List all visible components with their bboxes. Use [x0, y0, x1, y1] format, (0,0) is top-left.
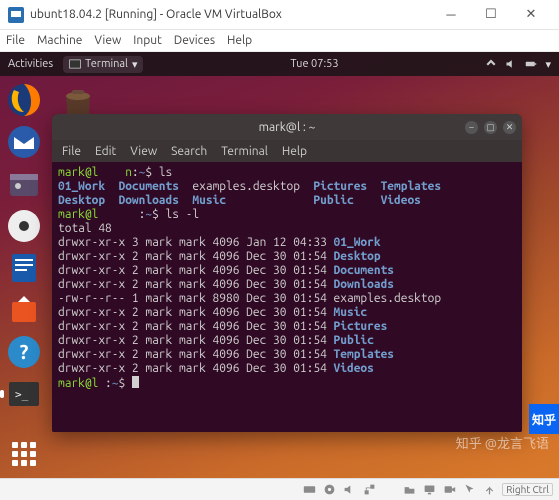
menu-file[interactable]: File: [6, 34, 25, 47]
watermark: 知乎 @龙言飞语: [456, 433, 549, 452]
virtualbox-icon: [8, 7, 24, 23]
terminal-title-text: mark@l : ~: [259, 121, 316, 134]
term-menu-edit[interactable]: Edit: [95, 145, 116, 158]
menu-view[interactable]: View: [94, 34, 121, 47]
chevron-down-icon: ▾: [132, 58, 138, 71]
svg-text:>_: >_: [15, 388, 29, 401]
top-app-label: Terminal: [85, 58, 128, 70]
virtualbox-statusbar: Right Ctrl: [0, 478, 559, 500]
term-menu-view[interactable]: View: [130, 145, 157, 158]
status-audio-icon[interactable]: [342, 483, 356, 497]
status-usb-icon[interactable]: [382, 483, 396, 497]
terminal-maximize-button[interactable]: ▢: [484, 121, 497, 134]
minimize-button[interactable]: ─: [431, 1, 471, 29]
show-applications-button[interactable]: [6, 436, 42, 472]
status-keyboard-icon[interactable]: [482, 483, 496, 497]
launcher-terminal[interactable]: >_: [4, 374, 44, 414]
clock[interactable]: Tue 07:53: [143, 58, 485, 70]
network-icon[interactable]: [485, 58, 497, 70]
ubuntu-desktop[interactable]: Activities Terminal ▾ Tue 07:53 ▾ ? >_: [0, 52, 559, 478]
terminal-body[interactable]: mark@l n:~$ ls 01_Work Documents example…: [52, 162, 522, 432]
launcher-dock: ? >_: [0, 76, 48, 478]
volume-icon[interactable]: [505, 58, 517, 70]
activities-button[interactable]: Activities: [8, 58, 53, 70]
status-hdd-icon[interactable]: [302, 483, 316, 497]
menu-help[interactable]: Help: [227, 34, 252, 47]
terminal-titlebar[interactable]: mark@l : ~ – ▢ ✕: [52, 114, 522, 140]
launcher-software[interactable]: [4, 290, 44, 330]
term-menu-file[interactable]: File: [62, 145, 81, 158]
battery-icon[interactable]: [525, 58, 537, 70]
launcher-firefox[interactable]: [4, 80, 44, 120]
virtualbox-menubar: File Machine View Input Devices Help: [0, 30, 559, 52]
status-network-icon[interactable]: [362, 483, 376, 497]
terminal-minimize-button[interactable]: –: [465, 121, 478, 134]
launcher-writer[interactable]: [4, 248, 44, 288]
terminal-small-icon: [69, 58, 81, 70]
menu-input[interactable]: Input: [133, 34, 162, 47]
terminal-menubar: File Edit View Search Terminal Help: [52, 140, 522, 162]
menu-machine[interactable]: Machine: [37, 34, 82, 47]
status-mouse-icon[interactable]: [462, 483, 476, 497]
virtualbox-titlebar: ubunt18.04.2 [Running] - Oracle VM Virtu…: [0, 0, 559, 30]
chevron-down-icon[interactable]: ▾: [545, 58, 551, 71]
terminal-window: mark@l : ~ – ▢ ✕ File Edit View Search T…: [52, 114, 522, 432]
host-key-indicator[interactable]: Right Ctrl: [502, 483, 553, 496]
term-menu-help[interactable]: Help: [282, 145, 307, 158]
terminal-close-button[interactable]: ✕: [503, 121, 516, 134]
term-menu-search[interactable]: Search: [171, 145, 207, 158]
term-menu-terminal[interactable]: Terminal: [221, 145, 268, 158]
status-cd-icon[interactable]: [322, 483, 336, 497]
launcher-rhythmbox[interactable]: [4, 206, 44, 246]
menu-devices[interactable]: Devices: [174, 34, 215, 47]
top-app-indicator[interactable]: Terminal ▾: [63, 56, 143, 73]
close-button[interactable]: ✕: [511, 1, 551, 29]
status-recording-icon[interactable]: [442, 483, 456, 497]
zhihu-badge: 知乎: [529, 404, 559, 434]
window-title: ubunt18.04.2 [Running] - Oracle VM Virtu…: [30, 8, 431, 21]
gnome-top-bar: Activities Terminal ▾ Tue 07:53 ▾: [0, 52, 559, 76]
launcher-thunderbird[interactable]: [4, 122, 44, 162]
status-shared-folders-icon[interactable]: [402, 483, 416, 497]
maximize-button[interactable]: ☐: [471, 1, 511, 29]
launcher-files[interactable]: [4, 164, 44, 204]
svg-text:?: ?: [20, 340, 29, 363]
launcher-help[interactable]: ?: [4, 332, 44, 372]
status-display-icon[interactable]: [422, 483, 436, 497]
